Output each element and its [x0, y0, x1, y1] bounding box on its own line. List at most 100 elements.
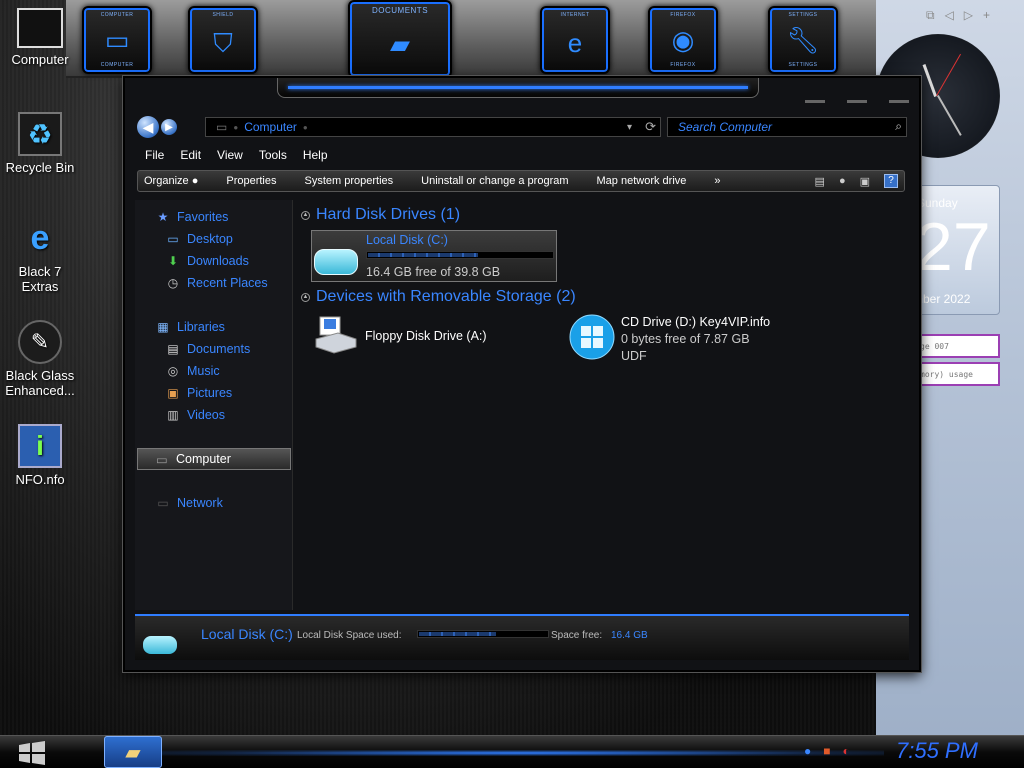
nav-desktop[interactable]: ▭ Desktop [165, 232, 233, 246]
network-tray-icon[interactable]: ● [804, 744, 811, 758]
flag-tray-icon[interactable]: ■ [823, 744, 830, 758]
nav-pictures[interactable]: ▣ Pictures [165, 386, 232, 400]
group-removable-storage[interactable]: ▲ Devices with Removable Storage (2) [301, 288, 576, 306]
computer-icon [17, 8, 63, 48]
clock-minute-hand [937, 95, 962, 136]
breadcrumb-computer[interactable]: Computer [244, 120, 297, 134]
view-options-icon[interactable]: ● [839, 175, 846, 187]
nav-documents[interactable]: ▤ Documents [165, 342, 250, 356]
nav-libraries[interactable]: ▦ Libraries [155, 320, 225, 334]
window-controls [805, 100, 909, 103]
network-icon: ▭ [157, 496, 169, 510]
floppy-drive-item[interactable]: Floppy Disk Drive (A:) [313, 312, 487, 358]
floppy-drive-icon [313, 312, 359, 358]
desktop-icon-nfo[interactable]: i NFO.nfo [0, 424, 80, 487]
desktop-icon-computer[interactable]: Computer [0, 8, 80, 67]
help-icon[interactable]: ? [884, 174, 898, 188]
forward-button[interactable]: ▶ [161, 119, 177, 135]
music-icon: ◎ [167, 364, 179, 378]
menu-view[interactable]: View [217, 146, 249, 166]
menu-tools[interactable]: Tools [259, 146, 293, 166]
dock-shield-button[interactable]: SHIELD ⛉ [188, 6, 258, 74]
desktop-icon-recycle-bin[interactable]: ♻︎ Recycle Bin [0, 112, 80, 175]
menu-help[interactable]: Help [303, 146, 334, 166]
change-view-icon[interactable]: ▤ [815, 175, 825, 188]
shield-icon: ⛉ [213, 28, 233, 58]
computer-small-icon: ▭ [216, 120, 228, 134]
wrench-icon: 🔧︎ [786, 25, 820, 55]
cd-drive-item[interactable]: CD Drive (D:) Key4VIP.info 0 bytes free … [569, 314, 770, 365]
taskbar-clock[interactable]: 7:55 PM [896, 738, 978, 764]
disk-usage-bar [366, 251, 554, 259]
preview-pane-icon[interactable]: ▣ [860, 175, 870, 188]
desktop-icon: ▭ [167, 232, 179, 246]
breadcrumb-separator-icon: ● [302, 122, 308, 132]
window-title-handle[interactable] [277, 78, 759, 98]
desktop-icon-black-7-extras[interactable]: e Black 7 Extras [0, 216, 80, 295]
taskbar-explorer-button[interactable]: ▰ [104, 736, 162, 768]
menu-file[interactable]: File [145, 146, 170, 166]
meter-gadget-2: mory) usage [908, 362, 1000, 386]
dock-documents-button[interactable]: DOCUMENTS ▰ [348, 0, 452, 78]
folder-icon: ▰ [125, 741, 141, 764]
collapse-toggle-icon[interactable]: ▲ [301, 292, 310, 302]
content-pane: ▲ Hard Disk Drives (1) Local Disk (C:) 1… [295, 200, 909, 610]
pictures-icon: ▣ [167, 386, 179, 400]
menu-bar: File Edit View Tools Help [135, 146, 909, 166]
nav-favorites[interactable]: ★ Favorites [155, 210, 229, 224]
nav-music[interactable]: ◎ Music [165, 364, 220, 378]
folder-icon: ▰ [390, 28, 410, 59]
calendar-gadget: Sunday 27 mber 2022 [912, 185, 1000, 315]
hard-disk-icon [314, 249, 358, 275]
hard-disk-icon [143, 636, 177, 654]
taskbar: ▰ ● ■ ◐ 7:55 PM [0, 735, 1024, 768]
nav-videos[interactable]: ▥ Videos [165, 408, 225, 422]
more-commands-button[interactable]: » [700, 175, 734, 187]
computer-icon: ▭ [156, 453, 168, 467]
meter-gadget-1: ge 007 [908, 334, 1000, 358]
firefox-icon: ◉ [671, 25, 695, 55]
back-button[interactable]: ◀ [137, 116, 159, 138]
windows-logo-icon [19, 741, 45, 765]
maximize-button[interactable] [847, 100, 867, 103]
navigation-bar: ◀ ▶ ▭ ● Computer ● ▾ ⟳ Search Computer ⌕ [137, 114, 909, 140]
organize-button[interactable]: Organize ● [138, 175, 212, 187]
address-bar[interactable]: ▭ ● Computer ● ▾ ⟳ [205, 117, 661, 137]
info-icon: i [18, 424, 62, 468]
windows-disc-icon [569, 314, 615, 360]
search-icon[interactable]: ⌕ [895, 119, 902, 134]
monitor-icon: ▭ [104, 25, 130, 55]
nav-recent-places[interactable]: ◷ Recent Places [165, 276, 268, 290]
desktop-icon-black-glass[interactable]: ✎ Black Glass Enhanced... [0, 320, 80, 398]
collapse-toggle-icon[interactable]: ▲ [301, 210, 310, 220]
start-button[interactable] [10, 740, 54, 766]
command-toolbar: Organize ● Properties System properties … [137, 170, 905, 192]
chevron-down-icon[interactable]: ▾ [627, 122, 632, 133]
clock-hour-hand [922, 64, 937, 98]
search-input[interactable]: Search Computer ⌕ [667, 117, 907, 137]
details-usage-bar [417, 630, 549, 638]
close-button[interactable] [889, 100, 909, 103]
local-disk-c-item[interactable]: Local Disk (C:) 16.4 GB free of 39.8 GB [311, 230, 557, 282]
clock-second-hand [936, 53, 961, 96]
refresh-icon[interactable]: ⟳ [645, 119, 656, 135]
uninstall-program-button[interactable]: Uninstall or change a program [407, 175, 582, 187]
ie-icon: e [30, 218, 50, 257]
group-hard-disk-drives[interactable]: ▲ Hard Disk Drives (1) [301, 206, 460, 224]
minimize-button[interactable] [805, 100, 825, 103]
dock-settings-button[interactable]: SETTINGS 🔧︎ SETTINGS [768, 6, 838, 74]
dock-computer-button[interactable]: COMPUTER ▭ COMPUTER [82, 6, 152, 74]
menu-edit[interactable]: Edit [180, 146, 207, 166]
gadget-controls[interactable]: ⧉◁▷+ [926, 8, 1000, 23]
explorer-window: ◀ ▶ ▭ ● Computer ● ▾ ⟳ Search Computer ⌕… [123, 76, 921, 672]
dock-internet-button[interactable]: INTERNET e [540, 6, 610, 74]
nav-computer[interactable]: ▭ Computer [137, 448, 291, 470]
brush-icon: ✎ [18, 320, 62, 364]
map-network-drive-button[interactable]: Map network drive [583, 175, 701, 187]
volume-tray-icon[interactable]: ◐ [843, 744, 850, 758]
dock-firefox-button[interactable]: FIREFOX ◉ FIREFOX [648, 6, 718, 74]
system-properties-button[interactable]: System properties [291, 175, 408, 187]
nav-downloads[interactable]: ⬇ Downloads [165, 254, 249, 268]
nav-network[interactable]: ▭ Network [155, 496, 223, 510]
properties-button[interactable]: Properties [212, 175, 290, 187]
